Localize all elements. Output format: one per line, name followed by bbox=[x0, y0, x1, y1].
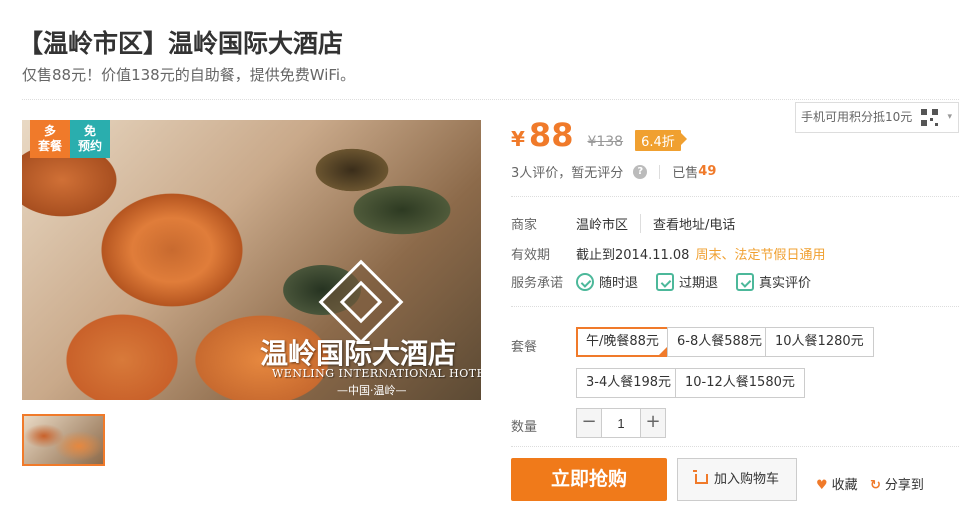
rating-row: 3人评价，暂无评分 ? 已售 49 bbox=[511, 162, 716, 181]
share-button[interactable]: ↻ 分享到 bbox=[870, 474, 924, 493]
favorite-button[interactable]: ♥ 收藏 bbox=[816, 474, 858, 493]
quantity-label: 数量 bbox=[511, 420, 538, 435]
original-price: ¥138 bbox=[587, 134, 624, 150]
divider bbox=[511, 306, 959, 307]
discount-badge: 6.4折 bbox=[635, 130, 687, 151]
mobile-promo-text: 手机可用积分抵10元 bbox=[801, 110, 913, 124]
merchant-value[interactable]: 温岭市区 bbox=[576, 214, 628, 233]
decrement-button[interactable]: − bbox=[577, 409, 602, 437]
real-reviews-icon bbox=[736, 272, 755, 291]
refund-anytime[interactable]: 随时退 bbox=[576, 272, 638, 291]
deal-subtitle: 仅售88元！价值138元的自助餐，提供免费WiFi。 bbox=[22, 66, 356, 84]
view-address-link[interactable]: 查看地址/电话 bbox=[640, 214, 735, 233]
current-price: 88 bbox=[528, 116, 574, 154]
refund-expired-icon bbox=[656, 272, 675, 291]
qr-code-icon bbox=[921, 109, 938, 126]
divider bbox=[511, 196, 959, 197]
add-to-cart-button[interactable]: 加入购物车 bbox=[677, 458, 797, 501]
add-to-cart-label: 加入购物车 bbox=[713, 472, 779, 487]
image-hotel-name: 温岭国际大酒店 bbox=[260, 337, 457, 370]
validity-label: 有效期 bbox=[511, 248, 551, 263]
buy-now-button[interactable]: 立即抢购 bbox=[511, 458, 667, 501]
package-option-3-4[interactable]: 3-4人餐198元 bbox=[576, 368, 682, 398]
no-reservation-badge: 免 预约 bbox=[70, 120, 110, 158]
quantity-input[interactable] bbox=[602, 409, 640, 437]
package-option-lunch-dinner[interactable]: 午/晚餐88元 bbox=[576, 327, 669, 357]
refund-anytime-icon bbox=[576, 272, 594, 291]
image-thumbnail[interactable] bbox=[22, 414, 105, 466]
image-hotel-location: —中国·温岭— bbox=[337, 384, 407, 397]
divider bbox=[511, 446, 959, 447]
help-icon[interactable]: ? bbox=[633, 164, 648, 179]
holiday-note: 周末、法定节假日通用 bbox=[695, 248, 826, 263]
service-label: 服务承诺 bbox=[511, 276, 564, 291]
refund-expired[interactable]: 过期退 bbox=[656, 272, 718, 291]
quantity-stepper: − + bbox=[576, 408, 666, 438]
price-area: ¥ 88 ¥138 6.4折 bbox=[511, 116, 687, 154]
merchant-label: 商家 bbox=[511, 218, 538, 233]
separator bbox=[659, 164, 661, 179]
image-hotel-name-en: WENLING INTERNATIONAL HOTEL bbox=[272, 367, 481, 380]
mobile-promo-dropdown[interactable]: 手机可用积分抵10元 ▾ bbox=[795, 102, 959, 133]
sold-label: 已售 bbox=[672, 166, 699, 181]
package-label: 套餐 bbox=[511, 340, 538, 355]
sold-count: 49 bbox=[698, 164, 717, 179]
multi-package-badge: 多 套餐 bbox=[30, 120, 70, 158]
merchant-row: 商家 温岭市区 查看地址/电话 bbox=[511, 214, 735, 233]
increment-button[interactable]: + bbox=[640, 409, 665, 437]
rating-text[interactable]: 3人评价，暂无评分 bbox=[511, 162, 623, 181]
currency-symbol: ¥ bbox=[511, 127, 525, 151]
main-product-image[interactable]: 多 套餐 免 预约 温岭国际大酒店 WENLING INTERNATIONAL … bbox=[22, 120, 481, 400]
validity-row: 有效期 截止到2014.11.08 周末、法定节假日通用 bbox=[511, 244, 825, 263]
deal-title: 【温岭市区】温岭国际大酒店 bbox=[18, 29, 344, 58]
divider bbox=[22, 99, 959, 100]
chevron-down-icon: ▾ bbox=[947, 112, 952, 122]
cart-icon bbox=[692, 470, 708, 484]
share-icon: ↻ bbox=[870, 478, 881, 493]
service-row: 服务承诺 随时退 过期退 真实评价 bbox=[511, 272, 829, 291]
package-option-10[interactable]: 10人餐1280元 bbox=[765, 327, 874, 357]
package-option-10-12[interactable]: 10-12人餐1580元 bbox=[675, 368, 805, 398]
real-reviews[interactable]: 真实评价 bbox=[736, 272, 811, 291]
validity-value: 截止到2014.11.08 bbox=[576, 248, 690, 263]
share-label: 分享到 bbox=[884, 478, 924, 493]
favorite-label: 收藏 bbox=[831, 478, 858, 493]
package-option-6-8[interactable]: 6-8人餐588元 bbox=[667, 327, 773, 357]
heart-icon: ♥ bbox=[816, 478, 828, 493]
